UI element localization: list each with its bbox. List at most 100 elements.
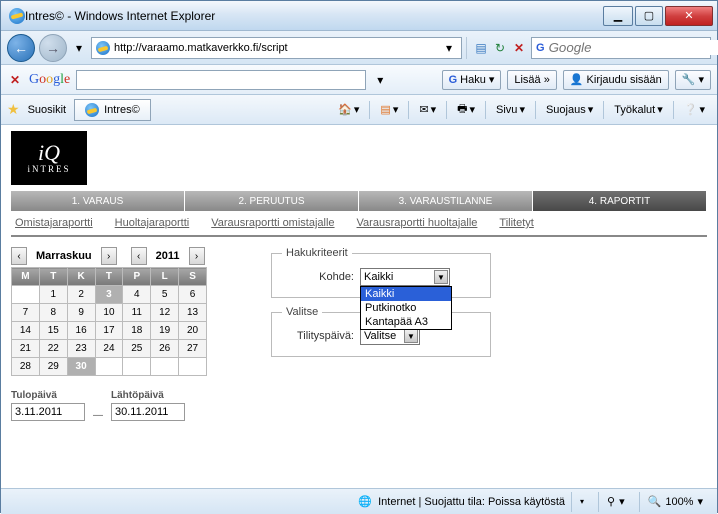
google-search-input[interactable] (76, 70, 366, 90)
calendar-day[interactable]: 20 (179, 322, 207, 340)
google-search-dropdown[interactable]: ▾ (372, 72, 388, 88)
month-next-button[interactable]: › (101, 247, 117, 265)
mail-button[interactable]: ✉▾ (413, 99, 442, 121)
calendar-day[interactable]: 27 (179, 340, 207, 358)
minimize-button[interactable]: ▁ (603, 6, 633, 26)
home-icon: 🏠 (338, 103, 352, 116)
maximize-button[interactable]: ▢ (635, 6, 663, 26)
month-prev-button[interactable]: ‹ (11, 247, 27, 265)
toolbar-close-icon[interactable]: ✕ (7, 72, 23, 88)
forward-button[interactable]: → (39, 34, 67, 62)
calendar-day[interactable]: 1 (39, 286, 67, 304)
sub-tab-3[interactable]: Varausraportti huoltajalle (357, 217, 478, 229)
arrival-input[interactable] (11, 403, 85, 421)
calendar-day[interactable]: 2 (67, 286, 95, 304)
sign-in-button[interactable]: 👤Kirjaudu sisään (563, 70, 669, 90)
main-tabs: 1. VARAUS2. PERUUTUS3. VARAUSTILANNE4. R… (11, 191, 707, 211)
sub-tab-1[interactable]: Huoltajaraportti (115, 217, 190, 229)
kohde-option[interactable]: Kaikki (361, 287, 451, 301)
calendar-day[interactable]: 28 (12, 358, 40, 376)
calendar-day[interactable]: 12 (151, 304, 179, 322)
calendar-day[interactable]: 13 (179, 304, 207, 322)
shield-icon: ⚲ (607, 495, 615, 508)
dow-header: T (39, 268, 67, 286)
kohde-select[interactable]: Kaikki ▼ KaikkiPutkinotkoKantapää A3 (360, 268, 450, 286)
address-bar[interactable]: ▾ (91, 37, 462, 59)
sub-tabs: Omistajaraportti Huoltajaraportti Varausra… (11, 211, 707, 237)
calendar-day[interactable]: 14 (12, 322, 40, 340)
calendar-day[interactable]: 5 (151, 286, 179, 304)
security-menu[interactable]: Suojaus ▾ (540, 99, 599, 121)
refresh-icon[interactable]: ↻ (492, 40, 508, 56)
calendar-day[interactable]: 19 (151, 322, 179, 340)
valitse-legend: Valitse (282, 306, 322, 318)
calendar-day[interactable]: 6 (179, 286, 207, 304)
browser-search-bar[interactable]: G 🔍 (531, 37, 711, 59)
tab-intres[interactable]: Intres© (74, 99, 151, 121)
status-icon-cell[interactable]: ⚲▾ (598, 492, 633, 512)
user-icon: 👤 (570, 73, 584, 86)
compat-view-icon[interactable]: ▤ (473, 40, 489, 56)
kohde-value: Kaikki (364, 271, 393, 283)
wrench-button[interactable]: 🔧▾ (675, 70, 711, 90)
calendar-day[interactable]: 10 (95, 304, 123, 322)
calendar-day[interactable]: 17 (95, 322, 123, 340)
sub-tab-2[interactable]: Varausraportti omistajalle (211, 217, 334, 229)
calendar-day[interactable]: 26 (151, 340, 179, 358)
kohde-dropdown: KaikkiPutkinotkoKantapää A3 (360, 286, 452, 330)
zoom-cell[interactable]: 🔍100% ▾ (639, 492, 711, 512)
calendar-day[interactable]: 29 (39, 358, 67, 376)
calendar-day[interactable]: 15 (39, 322, 67, 340)
tilitys-label: Tilityspäivä: (282, 330, 354, 342)
sub-tab-0[interactable]: Omistajaraportti (15, 217, 93, 229)
google-favicon: G (536, 42, 545, 54)
calendar-day[interactable]: 3 (95, 286, 123, 304)
back-button[interactable]: ← (7, 34, 35, 62)
calendar-day[interactable]: 9 (67, 304, 95, 322)
haku-button[interactable]: GHaku ▾ (442, 70, 502, 90)
browser-search-input[interactable] (549, 40, 718, 55)
main-tab-2[interactable]: 3. VARAUSTILANNE (359, 191, 533, 211)
calendar-day[interactable]: 7 (12, 304, 40, 322)
kohde-option[interactable]: Kantapää A3 (361, 315, 451, 329)
wrench-icon: 🔧 (682, 73, 696, 86)
favorites-star-icon[interactable]: ★ (7, 101, 20, 118)
departure-input[interactable] (111, 403, 185, 421)
calendar-day[interactable]: 21 (12, 340, 40, 358)
home-button[interactable]: 🏠▾ (332, 99, 365, 121)
tools-menu[interactable]: Työkalut ▾ (608, 99, 669, 121)
calendar-day[interactable]: 4 (123, 286, 151, 304)
calendar-day[interactable]: 11 (123, 304, 151, 322)
stop-icon[interactable]: ✕ (511, 40, 527, 56)
calendar-day[interactable]: 16 (67, 322, 95, 340)
calendar-day[interactable]: 30 (67, 358, 95, 376)
kohde-option[interactable]: Putkinotko (361, 301, 451, 315)
main-tab-3[interactable]: 4. RAPORTIT (533, 191, 707, 211)
calendar-day[interactable]: 18 (123, 322, 151, 340)
calendar-day[interactable]: 8 (39, 304, 67, 322)
arrival-label: Tulopäivä (11, 390, 85, 401)
feeds-button[interactable]: ▤▾ (374, 99, 404, 121)
lisaa-button[interactable]: Lisää » (507, 70, 556, 90)
year-next-button[interactable]: › (189, 247, 205, 265)
calendar-day[interactable]: 22 (39, 340, 67, 358)
page-icon (96, 41, 110, 55)
nav-dropdown-icon[interactable]: ▾ (71, 40, 87, 56)
url-dropdown-icon[interactable]: ▾ (441, 40, 457, 56)
page-content: iQ iNTRES 1. VARAUS2. PERUUTUS3. VARAUST… (1, 125, 717, 488)
main-tab-0[interactable]: 1. VARAUS (11, 191, 185, 211)
help-button[interactable]: ❔▾ (678, 99, 711, 121)
close-button[interactable]: ✕ (665, 6, 713, 26)
calendar-day[interactable]: 25 (123, 340, 151, 358)
protected-mode-cell[interactable]: ▾ (571, 492, 592, 512)
sub-tab-4[interactable]: Tilitetyt (499, 217, 533, 229)
main-tab-1[interactable]: 2. PERUUTUS (185, 191, 359, 211)
calendar-day[interactable]: 23 (67, 340, 95, 358)
chevron-down-icon: ▼ (434, 270, 448, 284)
year-prev-button[interactable]: ‹ (131, 247, 147, 265)
page-menu[interactable]: Sivu ▾ (490, 99, 531, 121)
calendar-day[interactable]: 24 (95, 340, 123, 358)
print-button[interactable]: 🖶▾ (451, 99, 481, 121)
favorites-label[interactable]: Suosikit (28, 104, 67, 116)
url-input[interactable] (114, 42, 437, 54)
